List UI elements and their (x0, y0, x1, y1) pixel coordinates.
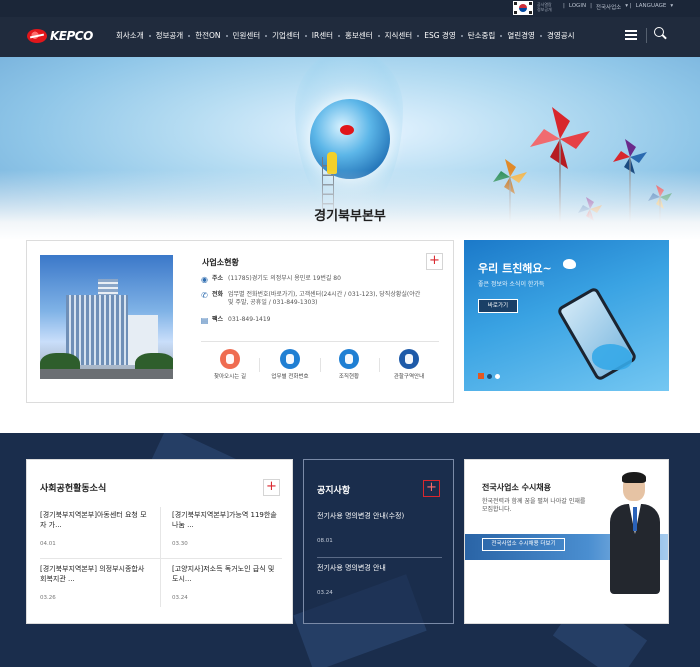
social-news-item[interactable]: [경기북부지역본부]가능역 119한솥나눔 ... 03.30 (172, 510, 282, 549)
quick-link-organization[interactable]: 조직현황 (319, 349, 379, 380)
social-contribution-title: 사회공헌활동소식 (40, 484, 107, 494)
location-pin-icon: ◉ (201, 275, 208, 284)
kepco-logo-mark-icon (27, 29, 47, 43)
utility-links: | LOGIN | 전국사업소 ▾ | LANGUAGE ▾ (563, 3, 674, 11)
twitter-banner-title: 우리 트친해요~ (478, 262, 552, 275)
pause-icon[interactable] (478, 373, 484, 379)
office-more-button[interactable]: + (426, 253, 443, 270)
notice-item[interactable]: 전기사용 명의변경 안내(수정) 08.01 (317, 511, 442, 544)
map-marker-icon (220, 349, 240, 369)
businessman-photo (610, 472, 660, 623)
office-phone-row: ✆ 전화 업무별 전화번호(바로가기), 고객센터(24시간 / 031-123… (200, 291, 424, 307)
office-address: (11785)경기도 의정부시 용민로 19번길 80 (228, 275, 341, 282)
recruitment-desc: 한국전력과 함께 꿈을 펼쳐 나아갈 인재를 모집합니다. (482, 498, 586, 513)
gnb-item-civil[interactable]: 민원센터 (233, 30, 261, 41)
nationwide-offices-link[interactable]: 전국사업소 (596, 3, 621, 11)
organization-chart-icon (339, 349, 359, 369)
banner-pager (478, 373, 500, 379)
twitter-bird-icon (563, 259, 576, 269)
social-news-item[interactable]: [경기북부지역본부] 의정부시종합사회복지관 ... 03.26 (40, 564, 150, 603)
gnb-item-ir[interactable]: IR센터 (312, 30, 333, 41)
office-address-row: ◉ 주소 (11785)경기도 의정부시 용민로 19번길 80 (200, 275, 424, 284)
global-navigation: KEPCO 회사소개 정보공개 한전ON 민원센터 기업센터 IR센터 홍보센터… (0, 17, 700, 57)
pager-dot-1[interactable] (487, 373, 492, 379)
fax-icon: ▤ (200, 316, 209, 325)
notice-title: 공지사항 (317, 486, 351, 496)
gnb-item-company[interactable]: 회사소개 (116, 30, 144, 41)
twitter-banner-desc: 좋은 정보와 소식이 한가득 (478, 281, 545, 288)
phone-circle-icon (280, 349, 300, 369)
gnb-item-open-management[interactable]: 열린경영 (507, 30, 535, 41)
twitter-banner: 우리 트친해요~ 좋은 정보와 소식이 한가득 바로가기 (464, 240, 669, 391)
office-status-card: 사업소현황 + ◉ 주소 (11785)경기도 의정부시 용민로 19번길 80… (26, 240, 454, 403)
notice-more-button[interactable]: + (423, 480, 440, 497)
office-fax: 031-849-1419 (228, 316, 271, 323)
login-link[interactable]: LOGIN (569, 3, 586, 11)
utility-sub-text[interactable]: 공사열람 정보공개 (537, 2, 561, 12)
social-news-item[interactable]: [경기북부지역본부]아동센터 요청 모자 가... 04.01 (40, 510, 150, 549)
pager-dot-2[interactable] (495, 373, 500, 379)
recruitment-card: 전국사업소 수시채용 한국전력과 함께 꿈을 펼쳐 나아갈 인재를 모집합니다.… (464, 459, 669, 624)
office-phone[interactable]: 업무별 전화번호(바로가기), 고객센터(24시간 / 031-123), 당직… (228, 291, 424, 307)
social-more-button[interactable]: + (263, 479, 280, 496)
hero-banner: 경기북부본부 (0, 57, 700, 240)
kepco-logo[interactable]: KEPCO (27, 29, 93, 43)
gnb-menu: 회사소개 정보공개 한전ON 민원센터 기업센터 IR센터 홍보센터 지식센터 … (116, 30, 575, 41)
gnb-item-disclosure[interactable]: 정보공개 (156, 30, 184, 41)
gnb-item-kepco-on[interactable]: 한전ON (195, 30, 220, 41)
hamburger-menu-icon[interactable] (625, 30, 637, 40)
phone-icon: ✆ (201, 291, 208, 300)
notice-card: 공지사항 + 전기사용 명의변경 안내(수정) 08.01 전기사용 명의변경 … (303, 459, 454, 624)
area-map-icon (399, 349, 419, 369)
social-contribution-card: 사회공헌활동소식 + [경기북부지역본부]아동센터 요청 모자 가... 04.… (26, 459, 293, 624)
office-building-photo (40, 255, 173, 379)
notice-item[interactable]: 전기사용 명의변경 안내 03.24 (317, 563, 442, 596)
office-fax-row: ▤ 팩스 031-849-1419 (200, 316, 424, 325)
office-status-heading: 사업소현황 (202, 258, 239, 267)
gnb-item-business[interactable]: 기업센터 (272, 30, 300, 41)
quick-link-phone-directory[interactable]: 업무별 전화번호 (260, 349, 320, 380)
language-link[interactable]: LANGUAGE (636, 3, 667, 11)
twitter-go-button[interactable]: 바로가기 (478, 299, 518, 313)
korean-flag-icon[interactable] (513, 1, 533, 15)
utility-bar: 공사열람 정보공개 | LOGIN | 전국사업소 ▾ | LANGUAGE ▾ (0, 0, 700, 17)
gnb-item-knowledge[interactable]: 지식센터 (385, 30, 413, 41)
search-icon[interactable] (654, 27, 668, 41)
recruitment-more-button[interactable]: 전국사업소 수시채용 더보기 (482, 538, 565, 551)
gnb-item-esg[interactable]: ESG 경영 (424, 30, 456, 41)
quick-link-jurisdiction[interactable]: 관할구역안내 (379, 349, 439, 380)
gnb-item-disclosure-mgmt[interactable]: 경영공시 (547, 30, 575, 41)
page-title: 경기북부본부 (314, 209, 386, 224)
quick-link-directions[interactable]: 찾아오시는 길 (200, 349, 260, 380)
gnb-item-pr[interactable]: 홍보센터 (345, 30, 373, 41)
recruitment-title: 전국사업소 수시채용 (482, 483, 552, 492)
social-news-item[interactable]: [고양지사]저소득 독거노인 급식 및 도시... 03.24 (172, 564, 282, 603)
gnb-item-carbon-neutral[interactable]: 탄소중립 (468, 30, 496, 41)
twitter-bird-large-icon (592, 344, 632, 370)
